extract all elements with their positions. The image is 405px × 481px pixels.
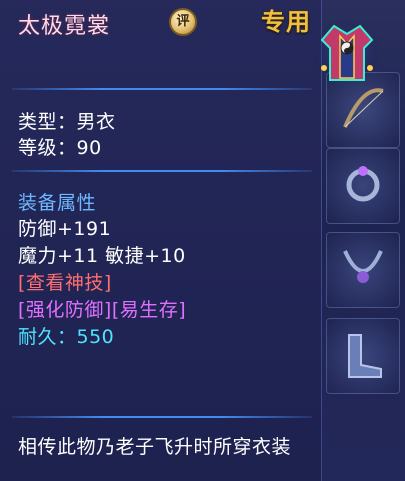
boots-icon [348,334,382,378]
special-effects: [强化防御][易生存] [18,299,187,321]
robe-armor-icon [312,20,382,84]
ring-icon [346,166,380,202]
magic-agility-stats: 魔力+11 敏捷+10 [18,245,186,267]
inventory-slot[interactable] [326,148,400,224]
defense-stat: 防御+191 [18,218,112,240]
view-skill-link[interactable]: [查看神技] [18,268,112,295]
item-type: 类型：男衣 [18,111,116,133]
exclusive-label: 专用 [261,8,311,36]
divider [12,416,312,418]
inventory-slot[interactable] [326,232,400,308]
divider [12,88,312,90]
attributes-heading: 装备属性 [18,192,97,214]
durability-stat: 耐久：550 [18,326,115,348]
item-tooltip: 太极霓裳 评 专用 类型：男衣 等级：90 装备属性 防御+191 魔力+11 … [0,0,322,481]
necklace-icon [343,250,383,283]
item-level: 等级：90 [18,137,102,159]
rate-button[interactable]: 评 [169,8,197,36]
divider [12,170,312,172]
inventory-slot[interactable] [326,318,400,394]
bow-icon [343,88,384,128]
item-name: 太极霓裳 [18,14,111,39]
item-description: 相传此物乃老子飞升时所穿衣装 [18,436,292,458]
